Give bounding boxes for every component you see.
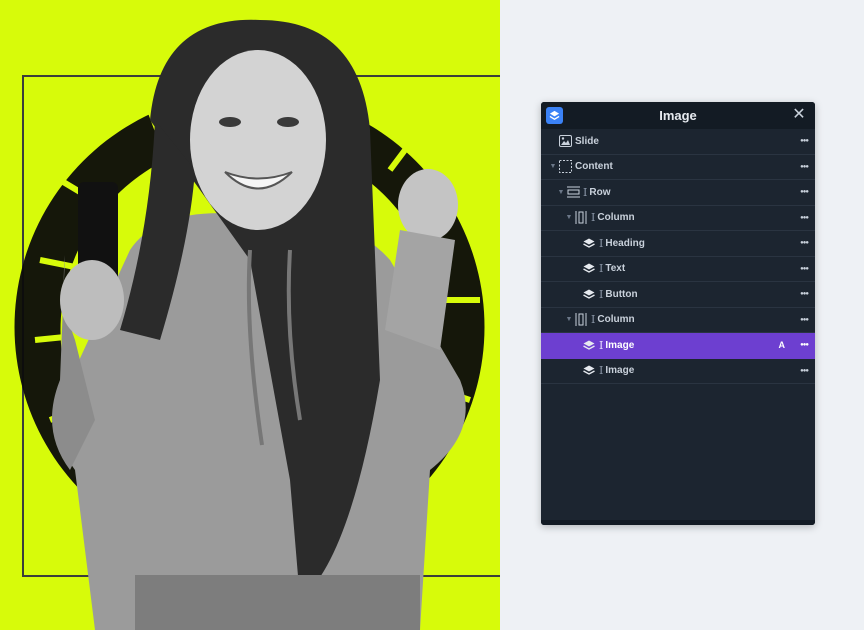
more-options-icon[interactable]: ●●● — [800, 189, 809, 195]
layer-label: Image — [605, 339, 635, 351]
text-cursor-icon: I — [599, 338, 604, 352]
layer-row-image[interactable]: I Image A ●●● — [541, 333, 815, 359]
more-options-icon[interactable]: ●●● — [800, 368, 809, 374]
more-options-icon[interactable]: ●●● — [800, 291, 809, 297]
more-options-icon[interactable]: ●●● — [800, 342, 809, 348]
layer-list: Slide ●●● ▼ Content ●●● ▼ I Row ●●● ▼ I Column ●●● I H… — [541, 129, 815, 384]
text-cursor-icon: I — [599, 236, 604, 250]
row-icon — [566, 185, 580, 199]
expand-caret-icon[interactable]: ▼ — [548, 163, 558, 170]
layer-label: Image — [605, 365, 635, 377]
more-options-icon[interactable]: ●●● — [800, 138, 809, 144]
column-icon — [574, 313, 588, 327]
layer-label: Button — [605, 288, 638, 300]
layers-icon — [582, 364, 596, 378]
more-options-icon[interactable]: ●●● — [800, 317, 809, 323]
slide-icon — [558, 134, 572, 148]
layer-row-button[interactable]: I Button ●●● — [541, 282, 815, 308]
content-icon — [558, 160, 572, 174]
layer-row-image[interactable]: I Image ●●● — [541, 359, 815, 384]
layers-panel: Image ✕ Slide ●●● ▼ Content ●●● ▼ I Row ●●● ▼ I Col… — [541, 102, 815, 525]
layer-label: Row — [589, 186, 611, 198]
more-options-icon[interactable]: ●●● — [800, 266, 809, 272]
layer-label: Text — [605, 263, 626, 275]
layer-row-heading[interactable]: I Heading ●●● — [541, 231, 815, 257]
layers-icon — [582, 287, 596, 301]
layer-label: Heading — [605, 237, 645, 249]
layer-label: Slide — [575, 135, 599, 147]
expand-caret-icon[interactable]: ▼ — [564, 316, 574, 323]
panel-title: Image — [659, 108, 697, 123]
layers-icon — [582, 262, 596, 276]
layer-row-text[interactable]: I Text ●●● — [541, 257, 815, 282]
woman-photo[interactable] — [0, 0, 500, 630]
column-icon — [574, 211, 588, 225]
layer-label: Column — [597, 314, 635, 326]
layer-label: Column — [597, 212, 635, 224]
layer-row-row[interactable]: ▼ I Row ●●● — [541, 180, 815, 206]
text-cursor-icon: I — [591, 313, 596, 327]
panel-header: Image ✕ — [541, 102, 815, 129]
more-options-icon[interactable]: ●●● — [800, 240, 809, 246]
layers-icon — [582, 338, 596, 352]
layer-badge: A — [778, 340, 786, 350]
expand-caret-icon[interactable]: ▼ — [556, 189, 566, 196]
panel-footer — [541, 520, 815, 525]
text-cursor-icon: I — [591, 211, 596, 225]
layer-label: Content — [575, 161, 613, 173]
layers-icon — [582, 236, 596, 250]
close-icon[interactable]: ✕ — [791, 106, 807, 124]
layers-logo-icon — [546, 107, 563, 124]
text-cursor-icon: I — [599, 262, 604, 276]
expand-caret-icon[interactable]: ▼ — [564, 214, 574, 221]
text-cursor-icon: I — [583, 185, 588, 199]
text-cursor-icon: I — [599, 364, 604, 378]
slide-canvas[interactable] — [0, 0, 500, 630]
text-cursor-icon: I — [599, 287, 604, 301]
more-options-icon[interactable]: ●●● — [800, 164, 809, 170]
layer-row-column[interactable]: ▼ I Column ●●● — [541, 206, 815, 231]
layer-row-slide[interactable]: Slide ●●● — [541, 129, 815, 155]
layer-row-content[interactable]: ▼ Content ●●● — [541, 155, 815, 180]
more-options-icon[interactable]: ●●● — [800, 215, 809, 221]
layer-row-column[interactable]: ▼ I Column ●●● — [541, 308, 815, 333]
